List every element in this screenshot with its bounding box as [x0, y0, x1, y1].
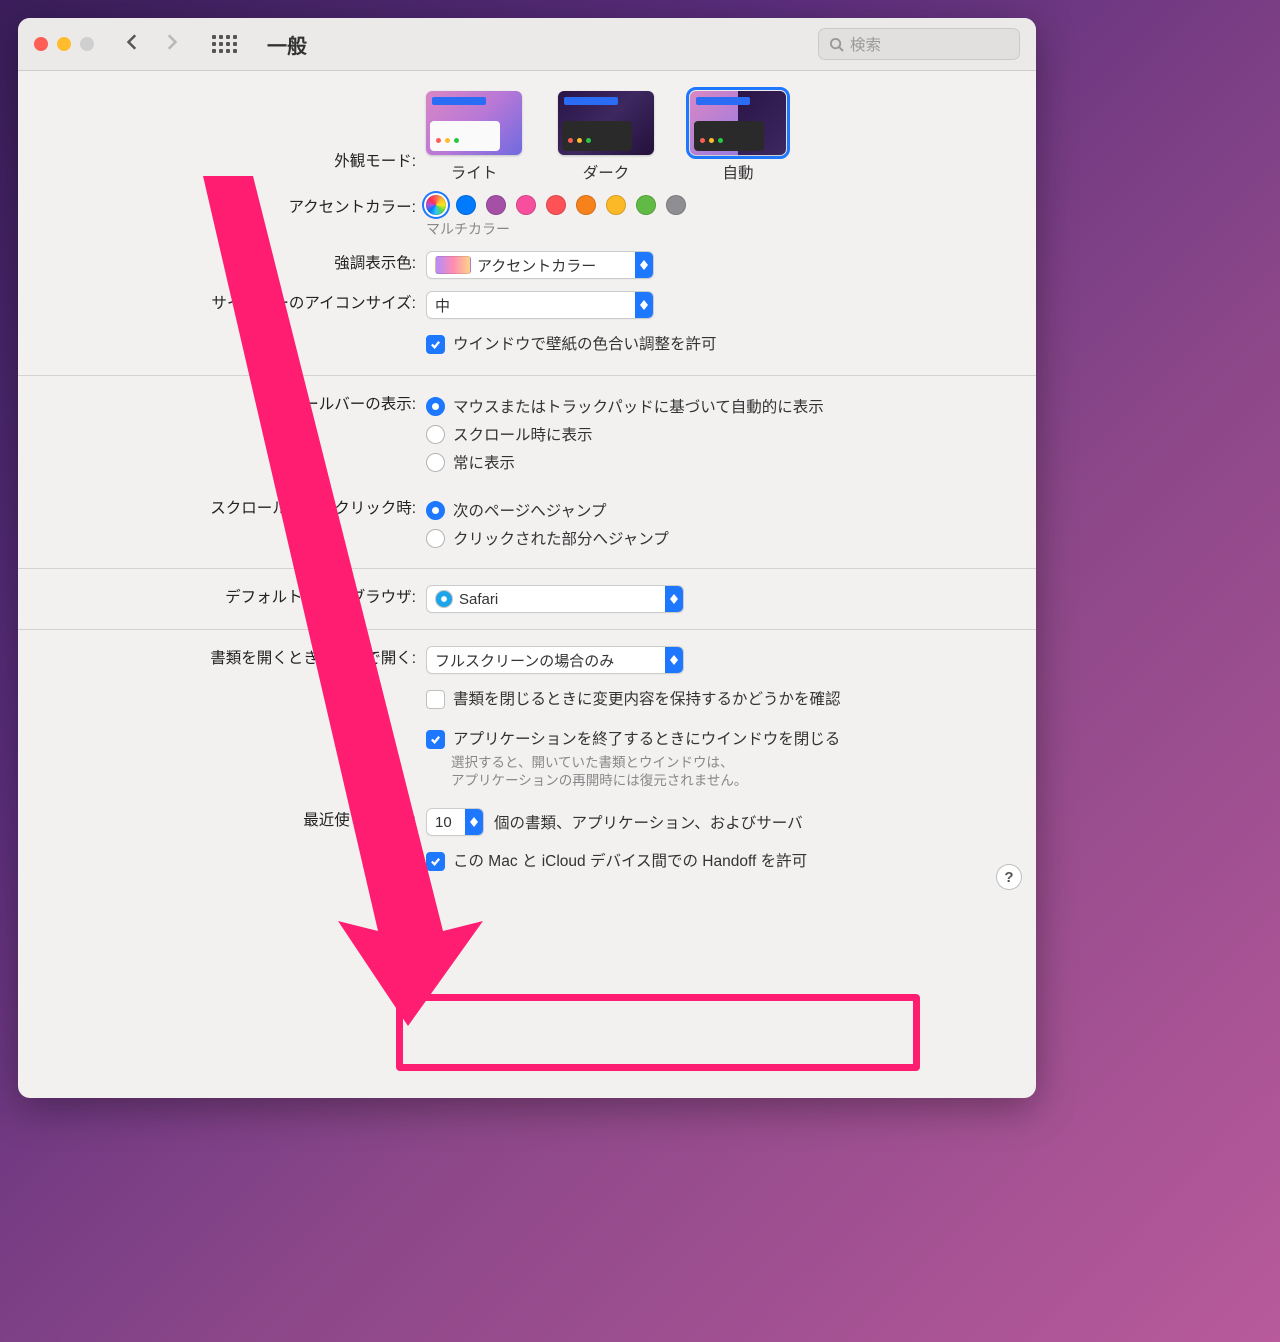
forward-button — [162, 33, 180, 56]
search-placeholder: 検索 — [850, 33, 881, 55]
nav-arrows — [124, 33, 180, 56]
close-windows-checkbox[interactable]: アプリケーションを終了するときにウインドウを閉じる — [426, 726, 1036, 754]
stepper-icon — [635, 292, 653, 318]
appearance-dark[interactable]: ダーク — [558, 91, 654, 183]
default-browser-select[interactable]: Safari — [426, 585, 684, 613]
back-button[interactable] — [124, 33, 142, 56]
scrollbar-show-label: スクロールバーの表示: — [18, 392, 422, 416]
window-title: 一般 — [267, 30, 307, 59]
stepper-icon — [465, 809, 483, 835]
minimize-icon[interactable] — [57, 37, 71, 51]
wallpaper-tint-checkbox[interactable]: ウインドウで壁紙の色合い調整を許可 — [426, 331, 1036, 359]
window-titlebar: 一般 検索 — [18, 18, 1036, 71]
search-icon — [829, 37, 844, 52]
appearance-auto[interactable]: 自動 — [690, 91, 786, 183]
stepper-icon — [635, 252, 653, 278]
appearance-light[interactable]: ライト — [426, 91, 522, 183]
highlight-color-select[interactable]: アクセントカラー — [426, 251, 654, 279]
accent-multicolor[interactable] — [426, 195, 446, 215]
highlight-color-label: 強調表示色: — [18, 251, 422, 275]
accent-green[interactable] — [636, 195, 656, 215]
accent-red[interactable] — [546, 195, 566, 215]
preferences-window: 一般 検索 外観モード: ライト ダーク — [18, 18, 1036, 1098]
accent-blue[interactable] — [456, 195, 476, 215]
ask-keep-changes-checkbox[interactable]: 書類を閉じるときに変更内容を保持するかどうかを確認 — [426, 686, 1036, 714]
annotation-highlight — [396, 994, 920, 1071]
window-traffic-lights — [34, 37, 94, 51]
prefer-tabs-select[interactable]: フルスクリーンの場合のみ — [426, 646, 684, 674]
show-all-icon[interactable] — [212, 35, 237, 53]
appearance-label: 外観モード: — [18, 91, 422, 173]
stepper-icon — [665, 586, 683, 612]
accent-orange[interactable] — [576, 195, 596, 215]
handoff-checkbox[interactable]: この Mac と iCloud デバイス間での Handoff を許可 — [426, 848, 1036, 876]
scrollbar-show-always[interactable]: 常に表示 — [426, 448, 1036, 476]
accent-pink[interactable] — [516, 195, 536, 215]
help-button[interactable]: ? — [996, 864, 1022, 890]
close-windows-desc2: アプリケーションの再開時には復元されません。 — [426, 772, 1036, 790]
zoom-icon — [80, 37, 94, 51]
default-browser-label: デフォルトのWebブラウザ: — [18, 585, 422, 609]
scrollbar-click-page[interactable]: 次のページへジャンプ — [426, 496, 1036, 524]
accent-color-label: アクセントカラー: — [18, 195, 422, 219]
recent-items-suffix: 個の書類、アプリケーション、およびサーバ — [494, 811, 803, 833]
close-icon[interactable] — [34, 37, 48, 51]
recent-items-select[interactable]: 10 — [426, 808, 484, 836]
scrollbar-show-scrolling[interactable]: スクロール時に表示 — [426, 420, 1036, 448]
sidebar-size-select[interactable]: 中 — [426, 291, 654, 319]
prefer-tabs-label: 書類を開くときはタブで開く: — [18, 646, 422, 670]
close-windows-desc1: 選択すると、開いていた書類とウインドウは、 — [426, 754, 1036, 772]
search-field[interactable]: 検索 — [818, 28, 1020, 60]
scrollbar-click-label: スクロールバーのクリック時: — [18, 496, 422, 520]
accent-purple[interactable] — [486, 195, 506, 215]
sidebar-size-label: サイドバーのアイコンサイズ: — [18, 291, 422, 315]
accent-yellow[interactable] — [606, 195, 626, 215]
scrollbar-show-auto[interactable]: マウスまたはトラックパッドに基づいて自動的に表示 — [426, 392, 1036, 420]
scrollbar-click-spot[interactable]: クリックされた部分へジャンプ — [426, 524, 1036, 552]
safari-icon — [435, 590, 453, 608]
stepper-icon — [665, 647, 683, 673]
recent-items-label: 最近使った項目: — [18, 808, 422, 832]
accent-gray[interactable] — [666, 195, 686, 215]
accent-sublabel: マルチカラー — [426, 219, 1036, 239]
highlight-chip-icon — [435, 256, 471, 274]
